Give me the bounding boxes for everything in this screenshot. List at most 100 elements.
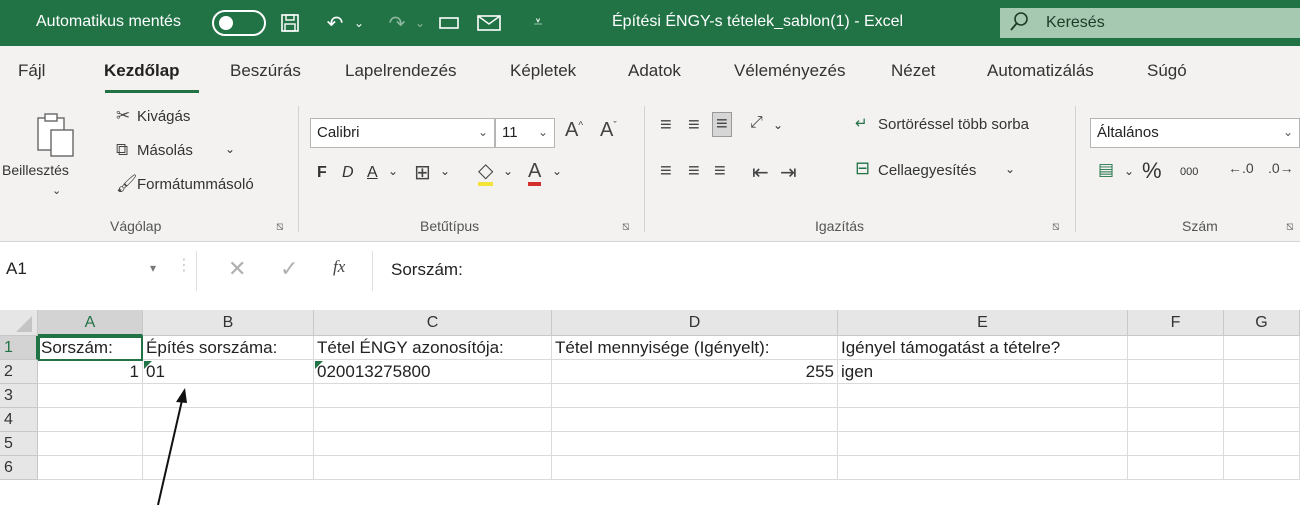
cell-g1[interactable]	[1224, 336, 1300, 360]
clipboard-launcher-icon[interactable]: ⧅	[276, 219, 284, 234]
row-header-2[interactable]: 2	[0, 360, 38, 384]
cell-f4[interactable]	[1128, 408, 1224, 432]
tab-page-layout[interactable]: Lapelrendezés	[345, 61, 457, 81]
bold-button[interactable]: F	[317, 164, 327, 182]
cell-f6[interactable]	[1128, 456, 1224, 480]
redo-dropdown-icon[interactable]: ⌄	[413, 10, 427, 36]
font-launcher-icon[interactable]: ⧅	[622, 219, 630, 234]
alignment-launcher-icon[interactable]: ⧅	[1052, 219, 1060, 234]
column-header-b[interactable]: B	[143, 310, 314, 336]
align-middle-icon[interactable]: ≡	[688, 114, 700, 137]
align-top-icon[interactable]: ≡	[660, 114, 672, 137]
percent-button[interactable]: %	[1142, 158, 1162, 184]
cell-d2[interactable]: 255	[552, 360, 838, 384]
tab-view[interactable]: Nézet	[891, 61, 935, 81]
column-header-e[interactable]: E	[838, 310, 1128, 336]
cell-b2[interactable]: 01	[143, 360, 314, 384]
column-header-g[interactable]: G	[1224, 310, 1300, 336]
cell-c5[interactable]	[314, 432, 552, 456]
underline-button[interactable]: A	[367, 164, 378, 182]
cell-g4[interactable]	[1224, 408, 1300, 432]
cell-c3[interactable]	[314, 384, 552, 408]
more-options-icon[interactable]: ⋮	[176, 255, 192, 275]
column-header-f[interactable]: F	[1128, 310, 1224, 336]
tab-home[interactable]: Kezdőlap	[104, 61, 180, 81]
tab-formulas[interactable]: Képletek	[510, 61, 576, 81]
screen-mode-icon[interactable]	[436, 10, 462, 36]
font-color-icon[interactable]: A	[528, 160, 542, 186]
row-header-5[interactable]: 5	[0, 432, 38, 456]
format-painter-button[interactable]: Formátummásoló	[137, 176, 254, 193]
orientation-icon[interactable]: ⤢	[750, 114, 763, 132]
fill-color-dropdown-icon[interactable]: ⌄	[503, 164, 513, 178]
accounting-dropdown-icon[interactable]: ⌄	[1124, 164, 1134, 178]
row-header-6[interactable]: 6	[0, 456, 38, 480]
tab-data[interactable]: Adatok	[628, 61, 681, 81]
cancel-icon[interactable]: ✕	[228, 256, 246, 282]
tab-insert[interactable]: Beszúrás	[230, 61, 301, 81]
undo-dropdown-icon[interactable]: ⌄	[352, 10, 366, 36]
align-left-icon[interactable]: ≡	[660, 160, 672, 183]
borders-icon[interactable]: ⊞	[414, 160, 431, 185]
align-right-icon[interactable]: ≡	[714, 160, 726, 183]
search-box[interactable]: Keresés	[1000, 8, 1300, 38]
undo-icon[interactable]: ↶	[323, 10, 347, 36]
cell-e4[interactable]	[838, 408, 1128, 432]
cell-g6[interactable]	[1224, 456, 1300, 480]
cell-d5[interactable]	[552, 432, 838, 456]
cell-b1[interactable]: Építés sorszáma:	[143, 336, 314, 360]
decrease-font-icon[interactable]: Aˇ	[600, 119, 617, 142]
tab-review[interactable]: Véleményezés	[734, 61, 846, 81]
decrease-decimal-icon[interactable]: .0→	[1268, 160, 1294, 176]
increase-decimal-icon[interactable]: ←.0	[1228, 160, 1254, 176]
italic-button[interactable]: D	[342, 164, 354, 182]
email-icon[interactable]	[474, 10, 506, 36]
thousands-button[interactable]: 000	[1180, 166, 1198, 178]
cell-e3[interactable]	[838, 384, 1128, 408]
borders-dropdown-icon[interactable]: ⌄	[440, 164, 450, 178]
number-format-select[interactable]: Általános ⌄	[1090, 118, 1300, 148]
align-center-icon[interactable]: ≡	[688, 160, 700, 183]
enter-icon[interactable]: ✓	[280, 256, 298, 282]
cell-c6[interactable]	[314, 456, 552, 480]
autosave-toggle[interactable]	[212, 10, 266, 36]
paste-button[interactable]: Beillesztés	[2, 162, 69, 178]
align-bottom-icon[interactable]: ≡	[712, 112, 732, 137]
cell-d1[interactable]: Tétel mennyisége (Igényelt):	[552, 336, 838, 360]
cell-d4[interactable]	[552, 408, 838, 432]
row-header-4[interactable]: 4	[0, 408, 38, 432]
cell-a3[interactable]	[38, 384, 143, 408]
cell-c4[interactable]	[314, 408, 552, 432]
cell-c2[interactable]: 020013275800	[314, 360, 552, 384]
column-header-d[interactable]: D	[552, 310, 838, 336]
cell-e6[interactable]	[838, 456, 1128, 480]
paste-icon[interactable]	[35, 112, 77, 160]
cell-a6[interactable]	[38, 456, 143, 480]
cell-e2[interactable]: igen	[838, 360, 1128, 384]
error-indicator-icon[interactable]	[315, 361, 323, 369]
copy-dropdown-icon[interactable]: ⌄	[225, 142, 235, 156]
name-box[interactable]: A1 ▾	[0, 251, 197, 291]
tab-automate[interactable]: Automatizálás	[987, 61, 1094, 81]
cell-d3[interactable]	[552, 384, 838, 408]
cell-c1[interactable]: Tétel ÉNGY azonosítója:	[314, 336, 552, 360]
orientation-dropdown-icon[interactable]: ⌄	[773, 118, 783, 132]
row-header-3[interactable]: 3	[0, 384, 38, 408]
cell-f1[interactable]	[1128, 336, 1224, 360]
paste-dropdown-icon[interactable]: ⌄	[52, 184, 61, 197]
underline-dropdown-icon[interactable]: ⌄	[388, 164, 398, 178]
cell-e1[interactable]: Igényel támogatást a tételre?	[838, 336, 1128, 360]
accounting-format-icon[interactable]: ▤	[1098, 160, 1114, 180]
select-all-corner[interactable]	[0, 310, 38, 336]
formula-input[interactable]: Sorszám:	[372, 251, 1300, 291]
column-header-c[interactable]: C	[314, 310, 552, 336]
row-header-1[interactable]: 1	[0, 336, 38, 360]
save-icon[interactable]	[277, 10, 303, 36]
tab-help[interactable]: Súgó	[1147, 61, 1187, 81]
tab-file[interactable]: Fájl	[18, 61, 45, 81]
error-indicator-icon[interactable]	[144, 361, 152, 369]
cut-button[interactable]: Kivágás	[137, 108, 190, 125]
copy-button[interactable]: Másolás	[137, 142, 193, 159]
font-color-dropdown-icon[interactable]: ⌄	[552, 164, 562, 178]
cell-g3[interactable]	[1224, 384, 1300, 408]
